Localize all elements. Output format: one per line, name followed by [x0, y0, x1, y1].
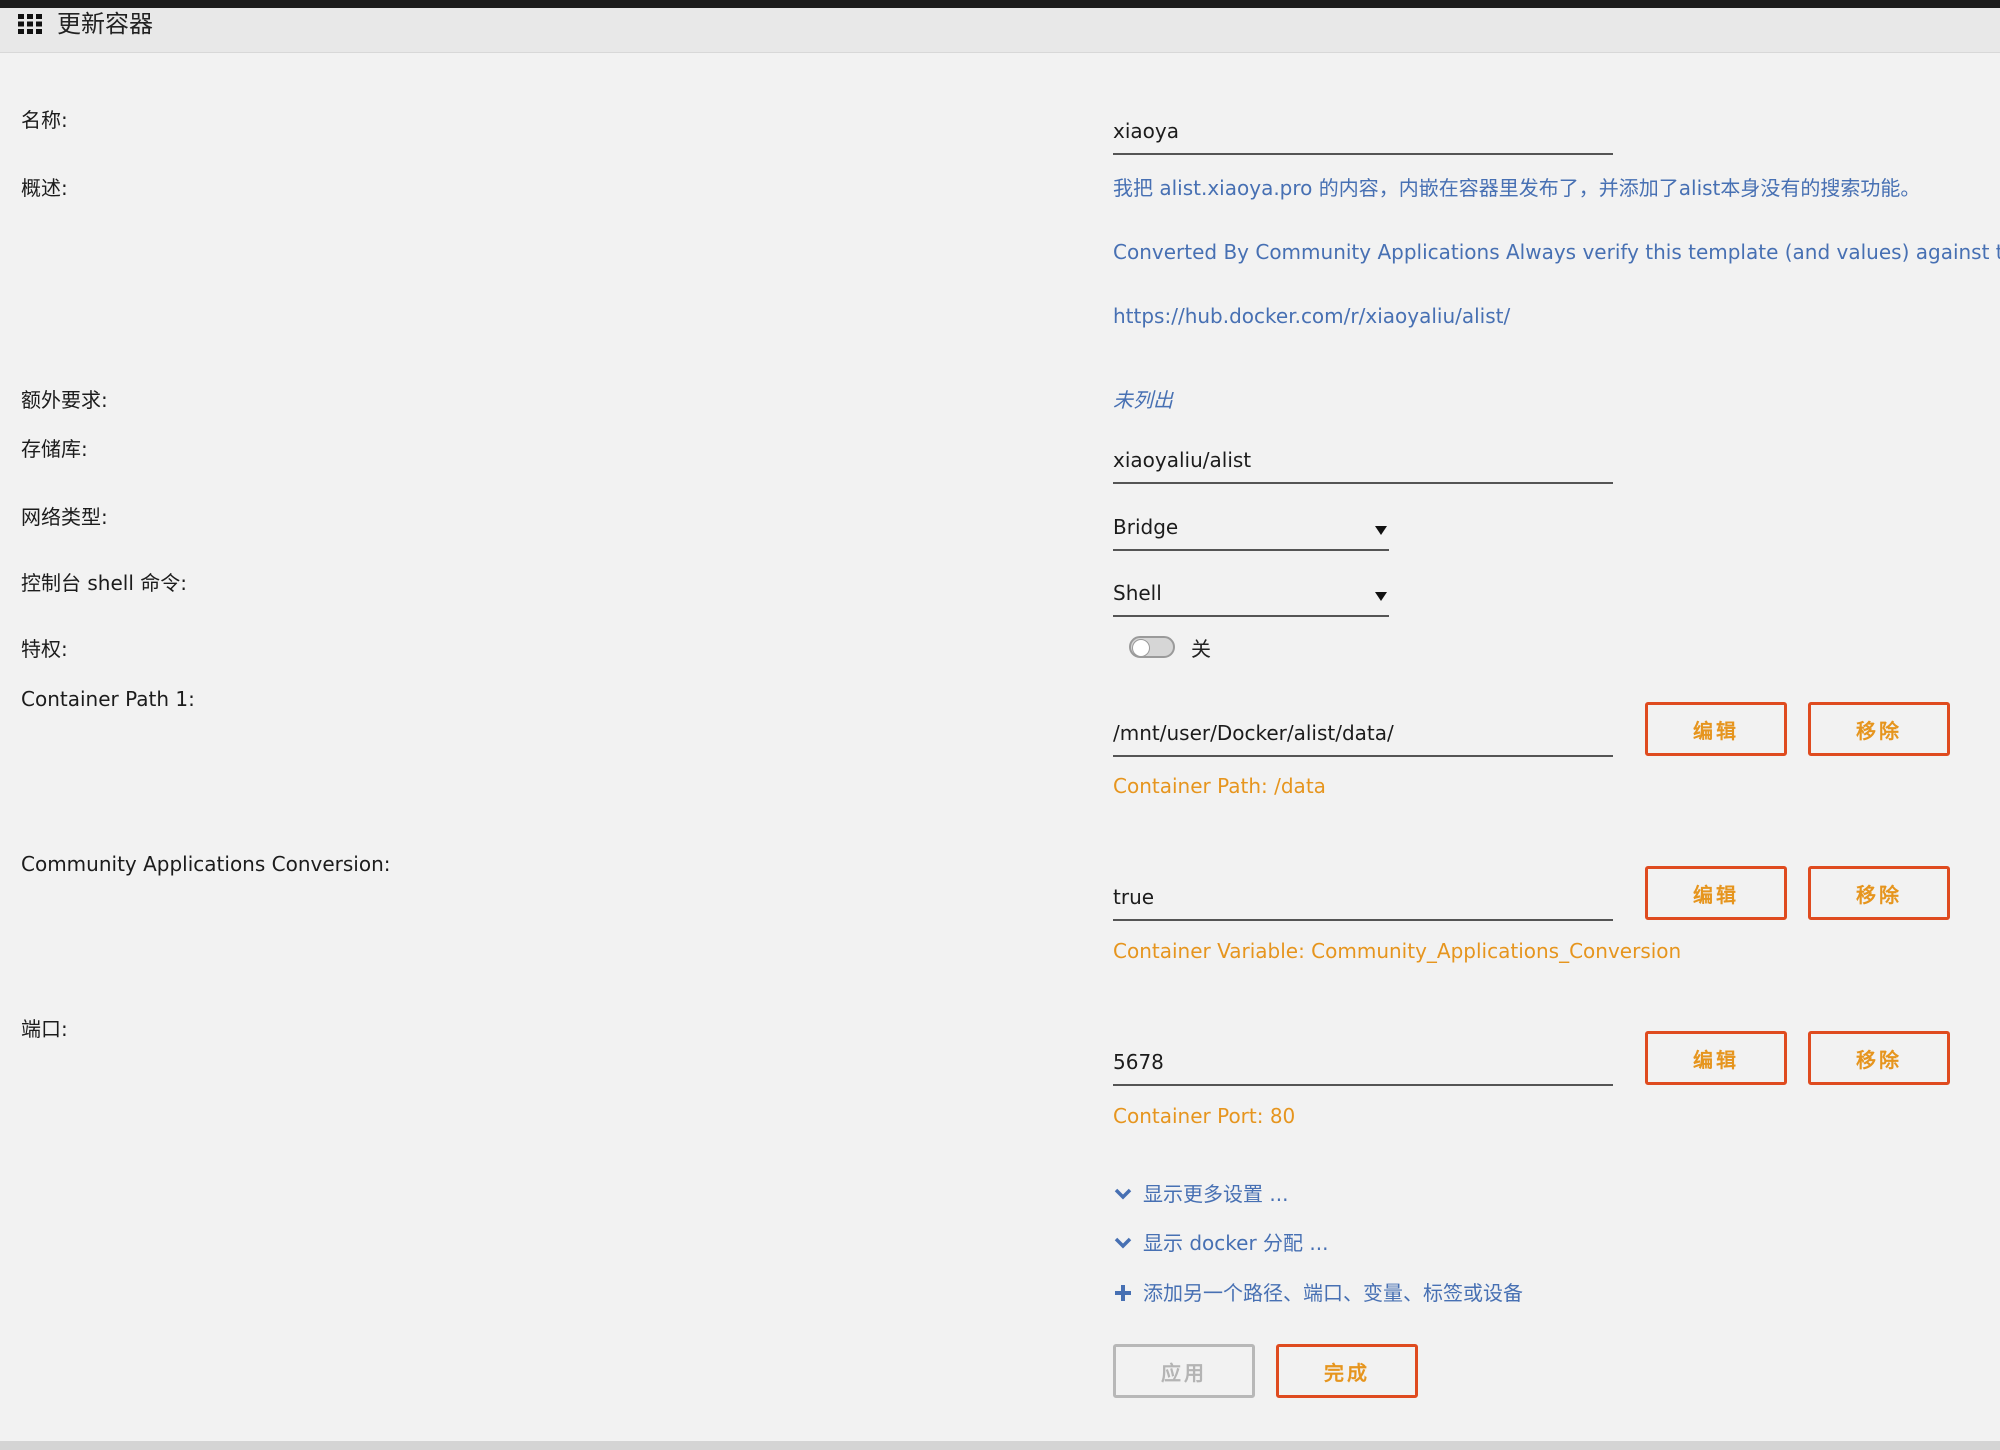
console-shell-select[interactable]: Shell	[1113, 569, 1389, 617]
console-shell-label: 控制台 shell 命令:	[21, 571, 187, 595]
repository-input[interactable]: xiaoyaliu/alist	[1113, 436, 1613, 484]
ca-conversion-hint: Container Variable: Community_Applicatio…	[1113, 939, 1682, 963]
title-bar: 更新容器	[0, 8, 2000, 53]
console-shell-value: Shell	[1113, 581, 1162, 605]
port-remove-button[interactable]: 移除	[1808, 1031, 1950, 1085]
container-path-input[interactable]: /mnt/user/Docker/alist/data/	[1113, 709, 1613, 757]
port-label: 端口:	[21, 1017, 68, 1041]
caret-down-icon	[1375, 592, 1387, 601]
ca-conversion-remove-button[interactable]: 移除	[1808, 866, 1950, 920]
add-another-link[interactable]: 添加另一个路径、端口、变量、标签或设备	[1113, 1279, 1523, 1307]
privileged-state: 关	[1191, 637, 1211, 661]
name-input[interactable]: xiaoya	[1113, 107, 1613, 155]
network-type-label: 网络类型:	[21, 505, 108, 529]
show-more-settings-label: 显示更多设置 ...	[1143, 1182, 1289, 1206]
name-value: xiaoya	[1113, 119, 1179, 143]
container-path-hint: Container Path: /data	[1113, 774, 1326, 798]
privileged-toggle[interactable]	[1129, 636, 1175, 658]
ca-conversion-label: Community Applications Conversion:	[21, 852, 391, 876]
port-value: 5678	[1113, 1050, 1164, 1074]
container-path-label: Container Path 1:	[21, 687, 195, 711]
apply-button[interactable]: 应用	[1113, 1344, 1255, 1398]
port-hint: Container Port: 80	[1113, 1104, 1296, 1128]
toggle-knob	[1132, 639, 1150, 657]
ca-conversion-input[interactable]: true	[1113, 873, 1613, 921]
repository-value: xiaoyaliu/alist	[1113, 448, 1252, 472]
overview-text: 我把 alist.xiaoya.pro 的内容，内嵌在容器里发布了，并添加了al…	[1113, 176, 1921, 200]
container-path-edit-button[interactable]: 编辑	[1645, 702, 1787, 756]
ca-conversion-edit-button[interactable]: 编辑	[1645, 866, 1787, 920]
bottom-bar	[0, 1441, 2000, 1450]
show-docker-allocation-link[interactable]: 显示 docker 分配 ...	[1113, 1229, 1328, 1257]
container-path-remove-button[interactable]: 移除	[1808, 702, 1950, 756]
network-type-select[interactable]: Bridge	[1113, 503, 1389, 551]
caret-down-icon	[1375, 526, 1387, 535]
extra-requirements-label: 额外要求:	[21, 388, 108, 412]
plus-icon	[1115, 1285, 1131, 1301]
done-button[interactable]: 完成	[1276, 1344, 1418, 1398]
top-strip	[0, 0, 2000, 8]
add-another-label: 添加另一个路径、端口、变量、标签或设备	[1143, 1281, 1523, 1305]
ca-conversion-value: true	[1113, 885, 1155, 909]
chevron-down-icon	[1114, 1188, 1132, 1200]
privileged-label: 特权:	[21, 637, 68, 661]
port-edit-button[interactable]: 编辑	[1645, 1031, 1787, 1085]
name-label: 名称:	[21, 108, 68, 132]
extra-requirements-value: 未列出	[1113, 388, 1173, 412]
port-input[interactable]: 5678	[1113, 1038, 1613, 1086]
overview-note: Converted By Community Applications Alwa…	[1113, 240, 2000, 264]
repository-label: 存储库:	[21, 437, 88, 461]
network-type-value: Bridge	[1113, 515, 1179, 539]
chevron-down-icon	[1114, 1237, 1132, 1249]
show-docker-allocation-label: 显示 docker 分配 ...	[1143, 1231, 1329, 1255]
overview-label: 概述:	[21, 176, 68, 200]
page-title: 更新容器	[57, 10, 153, 38]
show-more-settings-link[interactable]: 显示更多设置 ...	[1113, 1180, 1288, 1208]
docker-hub-link[interactable]: https://hub.docker.com/r/xiaoyaliu/alist…	[1113, 302, 1510, 330]
grid-icon	[18, 14, 42, 34]
container-path-value: /mnt/user/Docker/alist/data/	[1113, 721, 1394, 745]
